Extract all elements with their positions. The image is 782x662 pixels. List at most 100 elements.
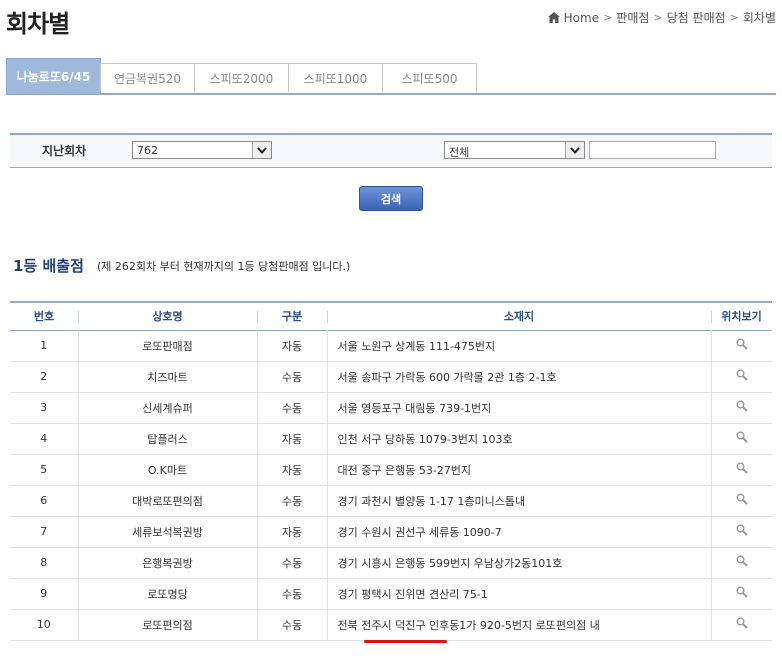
keyword-input[interactable]	[589, 141, 716, 159]
table-row: 6 대박로또편의점 수동 경기 과천시 별양동 1-17 1층미니스톱내	[10, 485, 772, 516]
section-subtitle: (제 262회차 부터 현재까지의 1등 당첨판매점 입니다.)	[97, 260, 351, 273]
header-no: 번호	[33, 310, 55, 324]
cell-view	[710, 392, 772, 423]
breadcrumb-separator-icon: >	[653, 11, 663, 24]
section-title-text: 배출점	[42, 257, 84, 275]
cell-no: 10	[36, 618, 51, 631]
cell-name: 은행복권방	[77, 547, 257, 578]
cell-address: 경기 시흥시 은행동 599번지 우남상가2동101호	[326, 547, 711, 578]
cell-address: 전북 전주시 덕진구 인후동1가 920-5번지 로또편의점 내	[326, 609, 711, 640]
table-row: 8 은행복권방 수동 경기 시흥시 은행동 599번지 우남상가2동101호	[10, 547, 772, 578]
cell-view	[710, 547, 772, 578]
cell-address: 서울 영등포구 대림동 739-1번지	[326, 392, 711, 423]
cell-type: 수동	[256, 485, 327, 516]
home-icon[interactable]	[547, 12, 560, 23]
magnifier-icon[interactable]	[736, 369, 748, 381]
cell-name: 신세계슈퍼	[77, 392, 257, 423]
table-row: 10 로또편의점 수동 전북 전주시 덕진구 인후동1가 920-5번지 로또편의점 …	[10, 609, 772, 640]
cell-no: 6	[40, 494, 48, 507]
magnifier-icon[interactable]	[736, 586, 748, 598]
round-select[interactable]: 762	[132, 141, 272, 159]
magnifier-icon[interactable]	[736, 555, 748, 567]
cell-type: 자동	[256, 423, 327, 454]
cell-name: 로또편의점	[77, 609, 257, 640]
winning-stores-table: 번호 상호명 구분 소재지 위치보기 1 로또판매점 자동 서울 노원구 상계동 11…	[10, 301, 772, 641]
magnifier-icon[interactable]	[736, 462, 748, 474]
magnifier-icon[interactable]	[736, 617, 748, 629]
header-view: 위치보기	[711, 302, 772, 330]
header-address: 소재지	[327, 302, 711, 330]
table-row: 7 세류보석복권방 자동 경기 수원시 권선구 세류동 1090-7	[10, 516, 772, 547]
magnifier-icon[interactable]	[736, 524, 748, 536]
cell-name: O.K마트	[77, 454, 257, 485]
cell-address: 서울 송파구 가락동 600 가락몰 2관 1층 2-1호	[326, 361, 711, 392]
tab-lotto645[interactable]: 나눔로또6/45	[6, 58, 101, 94]
cell-view	[710, 330, 772, 361]
breadcrumb-winning-stores[interactable]: 당첨 판매점	[667, 9, 726, 26]
breadcrumb-home[interactable]: Home	[564, 11, 599, 25]
breadcrumb-separator-icon: >	[729, 11, 739, 24]
breadcrumb-current: 회차별	[742, 11, 776, 25]
cell-address: 경기 수원시 권선구 세류동 1090-7	[326, 516, 711, 547]
region-select[interactable]: 전체	[444, 141, 585, 159]
breadcrumb: Home > 판매점 > 당첨 판매점 > 회차별	[547, 9, 776, 26]
cell-type: 수동	[256, 609, 327, 640]
breadcrumb-separator-icon: >	[603, 11, 613, 24]
search-filter-bar: 지난회차 762 전체	[10, 133, 772, 168]
cell-view	[710, 423, 772, 454]
cell-name: 대박로또편의점	[77, 485, 257, 516]
cell-no: 1	[40, 339, 48, 352]
table-row: 5 O.K마트 자동 대전 중구 은행동 53-27번지	[10, 454, 772, 485]
cell-view	[710, 485, 772, 516]
round-select-value: 762	[137, 144, 158, 157]
cell-name: 로또판매점	[77, 330, 257, 361]
table-row: 1 로또판매점 자동 서울 노원구 상계동 111-475번지	[10, 330, 772, 361]
magnifier-icon[interactable]	[736, 400, 748, 412]
cell-type: 수동	[256, 547, 327, 578]
cell-no: 3	[40, 401, 48, 414]
cell-type: 수동	[256, 392, 327, 423]
header-type: 구분	[257, 302, 327, 330]
cell-no: 9	[40, 587, 48, 600]
cell-type: 자동	[256, 516, 327, 547]
cell-no: 7	[40, 525, 48, 538]
cell-address: 인천 서구 당하동 1079-3번지 103호	[326, 423, 711, 454]
cell-view	[710, 578, 772, 609]
page-title: 회차별	[6, 10, 70, 38]
table-row: 3 신세계슈퍼 수동 서울 영등포구 대림동 739-1번지	[10, 392, 772, 423]
table-row: 2 치즈마트 수동 서울 송파구 가락동 600 가락몰 2관 1층 2-1호	[10, 361, 772, 392]
magnifier-icon[interactable]	[736, 338, 748, 350]
cell-address: 경기 평택시 진위면 견산리 75-1	[326, 578, 711, 609]
cell-type: 자동	[256, 454, 327, 485]
cell-type: 수동	[256, 578, 327, 609]
cell-no: 8	[40, 556, 48, 569]
search-button[interactable]: 검색	[359, 186, 423, 211]
table-header-row: 번호 상호명 구분 소재지 위치보기	[10, 302, 772, 330]
cell-no: 2	[40, 370, 48, 383]
tab-speetto1000[interactable]: 스피또1000	[288, 63, 383, 92]
cell-type: 수동	[256, 361, 327, 392]
magnifier-icon[interactable]	[736, 431, 748, 443]
cell-view	[710, 609, 772, 640]
chevron-down-icon[interactable]	[252, 142, 271, 158]
cell-name: 치즈마트	[77, 361, 257, 392]
cell-type: 자동	[256, 330, 327, 361]
magnifier-icon[interactable]	[736, 493, 748, 505]
cell-name: 로또명당	[77, 578, 257, 609]
cell-view	[710, 454, 772, 485]
cell-view	[710, 361, 772, 392]
cell-no: 5	[40, 463, 48, 476]
breadcrumb-stores[interactable]: 판매점	[616, 9, 649, 26]
round-label: 지난회차	[42, 144, 87, 158]
cell-address: 서울 노원구 상계동 111-475번지	[326, 330, 711, 361]
table-row: 4 탑플러스 자동 인천 서구 당하동 1079-3번지 103호	[10, 423, 772, 454]
cell-address: 경기 과천시 별양동 1-17 1층미니스톱내	[326, 485, 711, 516]
annotation-underline	[364, 640, 447, 643]
cell-no: 4	[40, 432, 48, 445]
tab-pension520[interactable]: 연금복권520	[100, 63, 195, 92]
tab-speetto500[interactable]: 스피또500	[382, 63, 477, 92]
game-tabs: 나눔로또6/45 연금복권520 스피또2000 스피또1000 스피또500	[6, 58, 776, 95]
tab-speetto2000[interactable]: 스피또2000	[194, 63, 289, 92]
region-select-value: 전체	[449, 146, 470, 159]
chevron-down-icon[interactable]	[565, 142, 584, 158]
